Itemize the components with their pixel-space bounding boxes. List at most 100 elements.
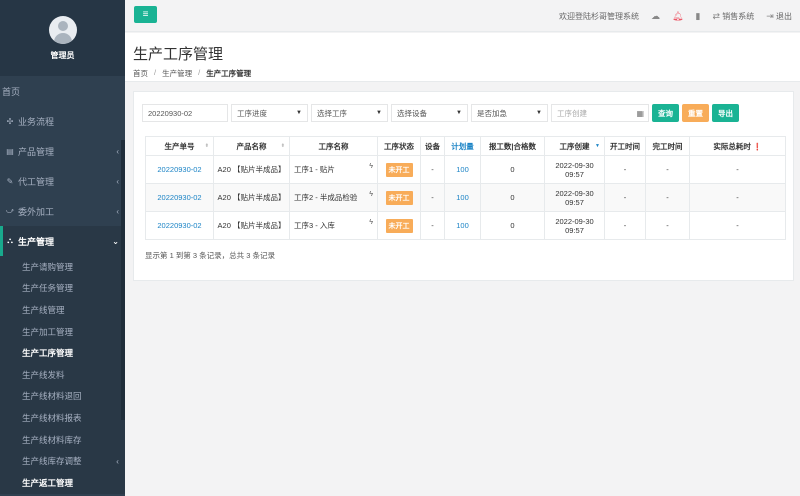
- col-start: 开工时间: [604, 136, 646, 156]
- avatar[interactable]: [48, 16, 77, 44]
- submenu-item[interactable]: 生产加工管理: [0, 321, 125, 343]
- pagination-info: 显示第 1 到第 3 条记录，总共 3 条记录: [145, 251, 276, 260]
- device-select[interactable]: 选择设备 ▼: [391, 104, 468, 122]
- progress-select[interactable]: 工序进度 ▼: [231, 104, 308, 122]
- order-link[interactable]: 20220930-02: [145, 211, 214, 240]
- export-button[interactable]: 导出: [712, 104, 739, 122]
- product-cell: A20 【贴片半成品】: [213, 155, 290, 184]
- submenu-item[interactable]: 生产线材料退回: [0, 386, 125, 408]
- status-cell: 未开工: [377, 155, 421, 184]
- sidebar-scrollbar[interactable]: [121, 140, 125, 420]
- created-cell: 2022-09-30 09:57: [544, 155, 605, 184]
- breadcrumb-separator: /: [154, 68, 157, 77]
- workflow-icon: ✣: [6, 116, 14, 126]
- col-product[interactable]: 产品名称 ⬍: [213, 136, 290, 156]
- process-table: 生产单号 ⬍ 产品名称 ⬍ 工序名称 工序状态 设备 计划量 报工数|合格数 工序创…: [145, 136, 786, 240]
- order-link[interactable]: 20220930-02: [145, 183, 214, 212]
- device-cell: -: [420, 183, 445, 212]
- col-report: 报工数|合格数: [480, 136, 545, 156]
- reset-button[interactable]: 重置: [682, 104, 709, 122]
- plan-link[interactable]: 100: [444, 155, 481, 184]
- submenu-item[interactable]: 生产线材料报表: [0, 407, 125, 429]
- cloud-icon[interactable]: ☁: [651, 11, 660, 22]
- chevron-left-icon: ‹: [116, 456, 119, 467]
- total-cell: -: [689, 155, 786, 184]
- sidebar-item-oem[interactable]: ✎ 代工管理 ‹: [0, 166, 125, 196]
- content-panel: 20220930-02 工序进度 ▼ 选择工序 ▼ 选择设备 ▼ 是否加急 ▼ 工序创建…: [133, 91, 794, 281]
- breadcrumb-production[interactable]: 生产管理: [162, 68, 192, 79]
- start-cell: -: [604, 183, 646, 212]
- process-cell: 工序1 - 贴片 ϟ: [289, 155, 378, 184]
- submenu-item[interactable]: 生产返工管理: [0, 472, 125, 494]
- sidebar-item-production[interactable]: ⛬ 生产管理 ⌄: [0, 226, 125, 256]
- submenu-item-stock-adjust[interactable]: 生产线库存调整 ‹: [0, 450, 125, 472]
- sidebar-item-workflow[interactable]: ✣ 业务流程: [0, 106, 125, 136]
- sidebar-item-outsource[interactable]: ⤻ 委外加工 ‹: [0, 196, 125, 226]
- breadcrumb-home[interactable]: 首页: [133, 68, 148, 79]
- topbar-right: 欢迎登陆杉哥管理系统 ☁ 🔔︎ ▮ ⇄ 销售系统 ⇥ 退出: [559, 0, 792, 32]
- report-cell: 0: [480, 155, 545, 184]
- created-date-input[interactable]: 工序创建 ▦: [551, 104, 649, 122]
- col-created[interactable]: 工序创建 ▼: [544, 136, 605, 156]
- profile: 管理员: [0, 0, 125, 76]
- logout-link[interactable]: ⇥ 退出: [766, 11, 792, 22]
- start-cell: -: [604, 155, 646, 184]
- progress-select-value: 工序进度: [237, 108, 267, 118]
- profile-name[interactable]: 管理员: [51, 50, 75, 61]
- page-header: 生产工序管理 首页 / 生产管理 / 生产工序管理: [125, 33, 800, 82]
- created-time: 09:57: [565, 197, 584, 207]
- sidebar-item-products[interactable]: ▤ 产品管理 ‹: [0, 136, 125, 166]
- submenu-item-label: 生产线库存调整: [22, 456, 82, 467]
- sidebar: 管理员 首页 ✣ 业务流程 ▤ 产品管理 ‹ ✎ 代工管理 ‹ ⤻ 委外加工 ‹…: [0, 0, 125, 496]
- col-order-no[interactable]: 生产单号 ⬍: [145, 136, 214, 156]
- bolt-icon[interactable]: ϟ: [369, 219, 373, 226]
- plan-link[interactable]: 100: [444, 183, 481, 212]
- status-badge: 未开工: [385, 218, 413, 233]
- query-button[interactable]: 查询: [652, 104, 679, 122]
- product-cell: A20 【贴片半成品】: [213, 183, 290, 212]
- logout-label: 退出: [776, 11, 792, 21]
- caret-down-icon: ▼: [296, 110, 302, 116]
- status-cell: 未开工: [377, 211, 421, 240]
- sidebar-item-home[interactable]: 首页: [0, 76, 125, 106]
- sidebar-item-label: 生产管理: [18, 236, 55, 247]
- created-time: 09:57: [565, 169, 584, 179]
- bolt-icon[interactable]: ϟ: [369, 191, 373, 198]
- sidebar-item-label: 代工管理: [18, 176, 55, 187]
- production-submenu: 生产请购管理 生产任务管理 生产线管理 生产加工管理 生产工序管理 生产线发料 …: [0, 256, 125, 494]
- calendar-icon[interactable]: ▦: [636, 109, 644, 118]
- plan-link[interactable]: 100: [444, 211, 481, 240]
- created-date: 2022-09-30: [555, 216, 594, 226]
- sidebar-item-label: 委外加工: [18, 206, 55, 217]
- urgent-select[interactable]: 是否加急 ▼: [471, 104, 548, 122]
- caret-down-icon: ▼: [536, 110, 542, 116]
- urgent-select-value: 是否加急: [477, 108, 507, 118]
- process-cell: 工序3 - 入库 ϟ: [289, 211, 378, 240]
- submenu-item[interactable]: 生产线管理: [0, 299, 125, 321]
- submenu-item[interactable]: 生产任务管理: [0, 278, 125, 300]
- chevron-down-icon: ⌄: [112, 236, 119, 246]
- menu-toggle-button[interactable]: ≡: [134, 6, 157, 23]
- submenu-item[interactable]: 生产线发料: [0, 364, 125, 386]
- breadcrumb-separator: /: [198, 68, 201, 77]
- device-cell: -: [420, 211, 445, 240]
- bell-icon[interactable]: 🔔︎: [672, 11, 683, 22]
- table-row: 20220930-02 A20 【贴片半成品】 工序1 - 贴片 ϟ 未开工 - …: [145, 155, 786, 184]
- sales-system-link[interactable]: ⇄ 销售系统: [712, 11, 754, 22]
- order-link[interactable]: 20220930-02: [145, 155, 214, 184]
- submenu-item[interactable]: 生产线材料库存: [0, 429, 125, 451]
- process-cell: 工序2 - 半成品检验 ϟ: [289, 183, 378, 212]
- total-cell: -: [689, 211, 786, 240]
- process-select[interactable]: 选择工序 ▼: [311, 104, 388, 122]
- process-name: 工序1 - 贴片: [294, 165, 335, 174]
- chevron-left-icon: ‹: [116, 206, 119, 216]
- hamburger-icon: ≡: [142, 9, 149, 20]
- submenu-item-active[interactable]: 生产工序管理: [0, 342, 125, 364]
- book-icon[interactable]: ▮: [695, 11, 700, 22]
- col-plan[interactable]: 计划量: [444, 136, 481, 156]
- order-no-input[interactable]: 20220930-02: [142, 104, 228, 122]
- info-icon[interactable]: ❗: [753, 144, 762, 151]
- bolt-icon[interactable]: ϟ: [369, 163, 373, 170]
- table-row: 20220930-02 A20 【贴片半成品】 工序2 - 半成品检验 ϟ 未开工…: [145, 183, 786, 212]
- submenu-item[interactable]: 生产请购管理: [0, 256, 125, 278]
